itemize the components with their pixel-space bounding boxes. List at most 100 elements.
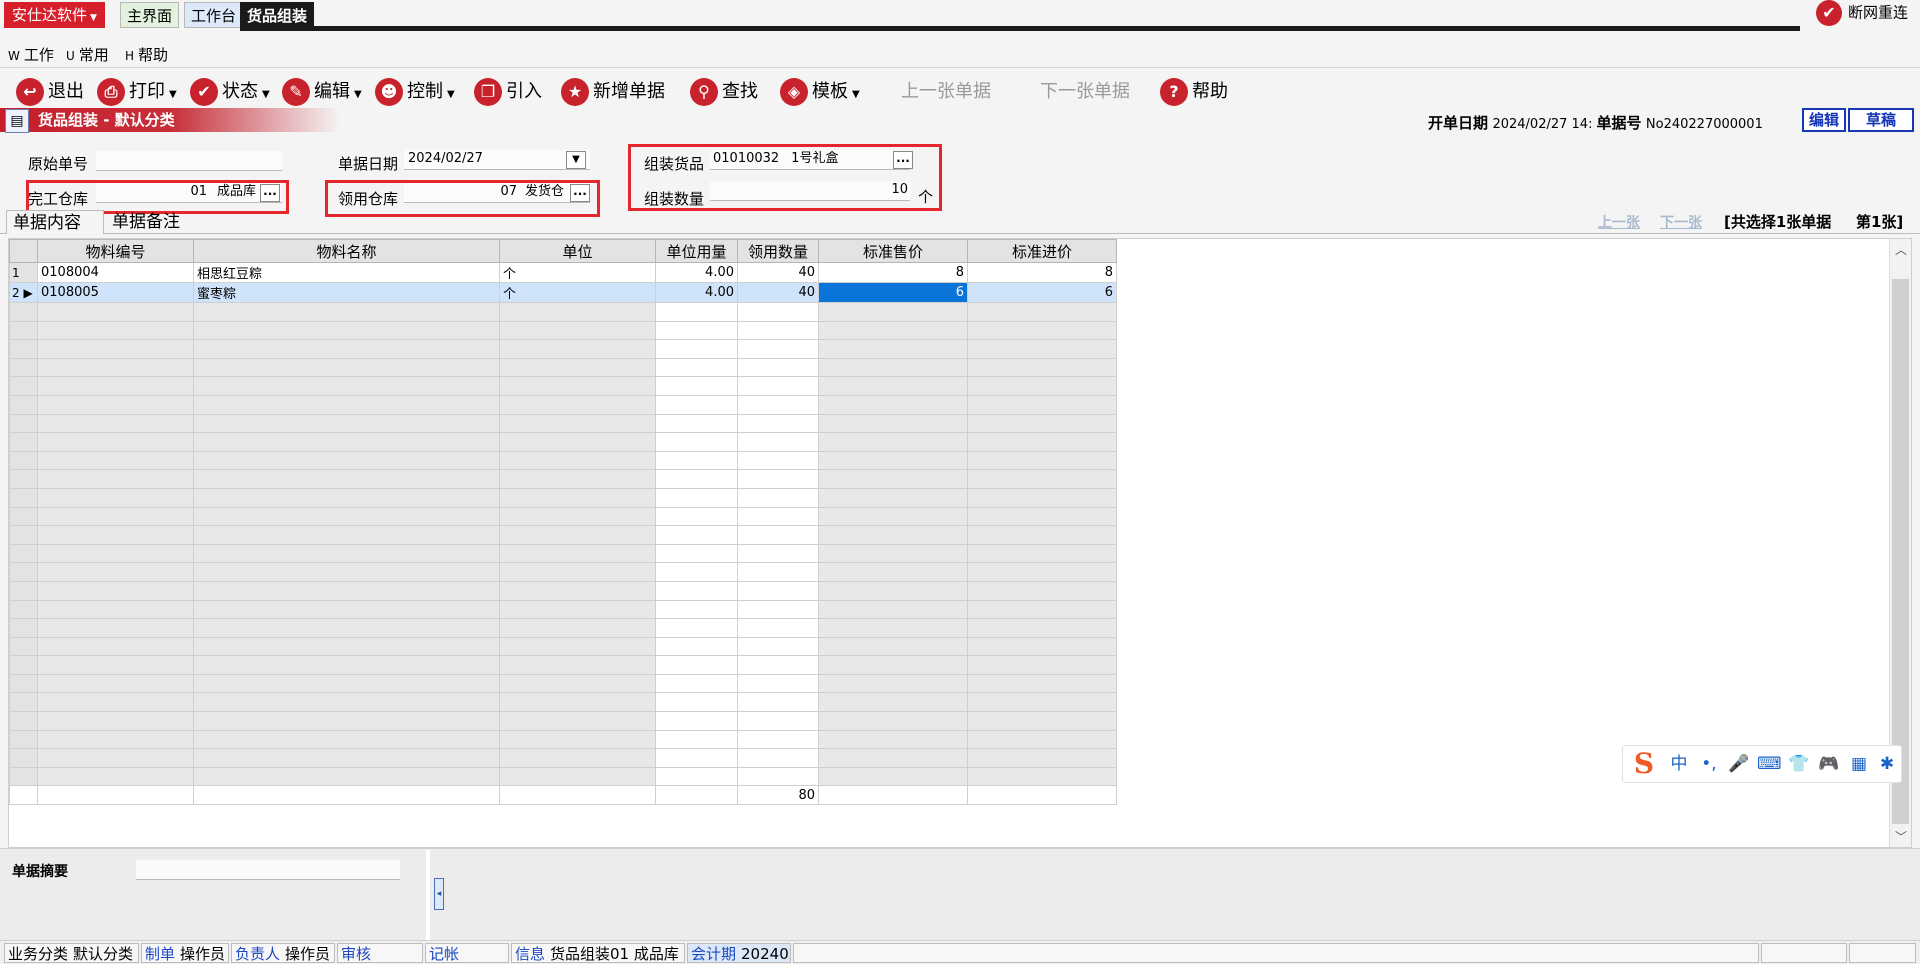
empty-cell[interactable]: [818, 302, 968, 322]
empty-cell[interactable]: [499, 599, 656, 620]
empty-cell[interactable]: [193, 580, 500, 601]
empty-cell[interactable]: [193, 673, 500, 694]
tab-document-remark[interactable]: 单据备注: [106, 210, 206, 234]
next-document-button[interactable]: 下一张单据: [1040, 74, 1130, 110]
empty-cell[interactable]: [818, 618, 968, 638]
help-button[interactable]: ? 帮助: [1160, 74, 1228, 110]
empty-cell[interactable]: [655, 320, 738, 341]
tab-document-content[interactable]: 单据内容: [6, 210, 104, 234]
table-row-empty[interactable]: [9, 618, 1117, 638]
empty-cell[interactable]: [193, 618, 500, 638]
empty-cell[interactable]: [193, 394, 500, 415]
empty-cell[interactable]: [499, 711, 656, 731]
empty-cell[interactable]: [818, 748, 968, 768]
status-button[interactable]: ✔ 状态 ▼: [190, 74, 270, 110]
empty-cell[interactable]: [193, 357, 500, 378]
empty-cell[interactable]: [193, 692, 500, 713]
empty-cell[interactable]: [967, 394, 1117, 415]
empty-cell[interactable]: [967, 432, 1117, 452]
empty-cell[interactable]: [967, 599, 1117, 620]
col-header-sale-price[interactable]: 标准售价: [818, 239, 968, 263]
empty-cell[interactable]: [737, 413, 819, 434]
empty-cell[interactable]: [818, 320, 968, 341]
empty-cell[interactable]: [818, 729, 968, 750]
table-row-empty[interactable]: [9, 413, 1117, 434]
table-row-empty[interactable]: [9, 636, 1117, 657]
empty-cell[interactable]: [37, 636, 194, 657]
empty-cell[interactable]: [737, 748, 819, 768]
empty-cell[interactable]: [818, 766, 968, 787]
cell-per-qty[interactable]: 4.00: [655, 282, 738, 303]
table-row-empty[interactable]: [9, 525, 1117, 545]
empty-cell[interactable]: [818, 525, 968, 545]
table-row-empty[interactable]: [9, 655, 1117, 675]
empty-cell[interactable]: [737, 302, 819, 322]
empty-cell[interactable]: [499, 748, 656, 768]
empty-cell[interactable]: [737, 580, 819, 601]
table-row-empty[interactable]: [9, 580, 1117, 601]
empty-cell[interactable]: [818, 692, 968, 713]
empty-cell[interactable]: [655, 618, 738, 638]
empty-cell[interactable]: [967, 450, 1117, 471]
empty-cell[interactable]: [818, 506, 968, 527]
empty-cell[interactable]: [37, 320, 194, 341]
empty-cell[interactable]: [37, 599, 194, 620]
empty-cell[interactable]: [37, 748, 194, 768]
empty-cell[interactable]: [37, 432, 194, 452]
sogou-logo-icon[interactable]: S: [1625, 747, 1663, 781]
cell-code[interactable]: 0108004: [37, 262, 194, 283]
empty-cell[interactable]: [818, 580, 968, 601]
table-row-empty[interactable]: [9, 394, 1117, 415]
prev-document-button[interactable]: 上一张单据: [901, 74, 991, 110]
empty-cell[interactable]: [655, 711, 738, 731]
edit-button[interactable]: ✎ 编辑 ▼: [282, 74, 362, 110]
empty-cell[interactable]: [499, 357, 656, 378]
table-row-empty[interactable]: [9, 339, 1117, 359]
empty-cell[interactable]: [193, 655, 500, 675]
collapse-panel-icon[interactable]: ◂: [434, 878, 444, 910]
empty-cell[interactable]: [499, 692, 656, 713]
empty-cell[interactable]: [655, 599, 738, 620]
empty-cell[interactable]: [37, 302, 194, 322]
table-row-empty[interactable]: [9, 599, 1117, 620]
cell-sale-price[interactable]: 8: [818, 262, 968, 283]
empty-cell[interactable]: [37, 711, 194, 731]
empty-cell[interactable]: [499, 562, 656, 582]
empty-cell[interactable]: [499, 580, 656, 601]
table-row-selected[interactable]: 2 ▶ 0108005 蜜枣粽 个 4.00 40 6 6: [9, 282, 1117, 303]
empty-cell[interactable]: [193, 469, 500, 489]
empty-cell[interactable]: [193, 487, 500, 508]
col-header-cost-price[interactable]: 标准进价: [967, 239, 1117, 263]
empty-cell[interactable]: [37, 450, 194, 471]
empty-cell[interactable]: [967, 618, 1117, 638]
table-row-empty[interactable]: [9, 469, 1117, 489]
empty-cell[interactable]: [737, 618, 819, 638]
empty-cell[interactable]: [499, 339, 656, 359]
empty-cell[interactable]: [655, 543, 738, 564]
empty-cell[interactable]: [967, 673, 1117, 694]
empty-cell[interactable]: [967, 543, 1117, 564]
empty-cell[interactable]: [737, 376, 819, 396]
empty-cell[interactable]: [37, 673, 194, 694]
empty-cell[interactable]: [655, 339, 738, 359]
empty-cell[interactable]: [967, 748, 1117, 768]
empty-cell[interactable]: [967, 357, 1117, 378]
empty-cell[interactable]: [967, 339, 1117, 359]
empty-cell[interactable]: [818, 432, 968, 452]
apps-grid-icon[interactable]: ▦: [1847, 752, 1871, 776]
tab-goods-assembly[interactable]: 货品组装: [240, 2, 315, 28]
empty-cell[interactable]: [193, 339, 500, 359]
empty-cell[interactable]: [193, 506, 500, 527]
empty-cell[interactable]: [37, 580, 194, 601]
empty-cell[interactable]: [737, 487, 819, 508]
skin-icon[interactable]: 👕: [1787, 752, 1811, 776]
print-button[interactable]: ⎙ 打印 ▼: [97, 74, 177, 110]
empty-cell[interactable]: [818, 469, 968, 489]
empty-cell[interactable]: [499, 618, 656, 638]
draft-button[interactable]: 草稿: [1848, 108, 1914, 132]
table-row-empty[interactable]: [9, 711, 1117, 731]
empty-cell[interactable]: [655, 506, 738, 527]
empty-cell[interactable]: [37, 525, 194, 545]
col-header-use-qty[interactable]: 领用数量: [737, 239, 819, 263]
empty-cell[interactable]: [193, 748, 500, 768]
